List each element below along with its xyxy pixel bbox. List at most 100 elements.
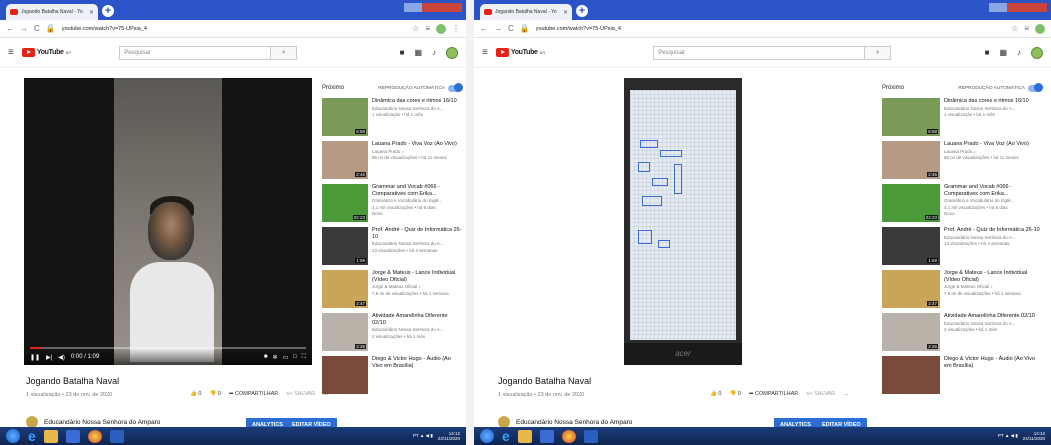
recommended-video[interactable]: 2:46 Lauana Prado - Viva Voz (Ao Vivo) Lau…: [322, 141, 462, 179]
account-avatar[interactable]: [446, 46, 458, 59]
video-thumbnail[interactable]: 1:59: [322, 227, 368, 265]
reading-list-icon[interactable]: ≡: [1024, 24, 1029, 33]
video-thumbnail[interactable]: 1:59: [882, 227, 940, 265]
video-title-link[interactable]: Lauana Prado - Viva Voz (Ao Vivo): [372, 141, 457, 148]
file-explorer-icon[interactable]: [517, 429, 532, 443]
window-close-button[interactable]: [1007, 3, 1047, 12]
reload-icon[interactable]: C: [508, 24, 514, 33]
create-video-icon[interactable]: ■: [985, 48, 990, 57]
video-title-link[interactable]: Prof. André - Quiz de Informática 26-10: [372, 227, 462, 240]
video-title-link[interactable]: Dinâmica das cores e ritmos 16/10: [372, 98, 457, 105]
notifications-bell-icon[interactable]: ♪: [432, 48, 436, 57]
hamburger-menu-icon[interactable]: ≡: [8, 47, 14, 58]
new-tab-button[interactable]: +: [576, 5, 588, 17]
profile-icon[interactable]: [436, 23, 446, 34]
recommended-video[interactable]: Diego & Victor Hugo - Áudio (Ao Vivo em …: [882, 356, 1042, 394]
video-player[interactable]: ❚❚ ▶| ◀) 0:00 / 1:09 ■ ✲ ▭ □ ⛶: [24, 78, 312, 365]
more-options-icon[interactable]: …: [843, 391, 849, 397]
recommended-video[interactable]: 02:23 Grammar and Vocab #066 - Comparativ…: [882, 184, 1042, 222]
save-button[interactable]: ≡+ SALVAR: [806, 391, 835, 397]
share-button[interactable]: ➦ COMPARTILHAR: [749, 391, 798, 397]
search-input[interactable]: Pesquisar: [654, 47, 864, 59]
window-close-button[interactable]: [422, 3, 462, 12]
recommended-video[interactable]: 2:47 Jorge & Mateus - Lance Individual (V…: [882, 270, 1042, 308]
recommended-video[interactable]: 6:58 Dinâmica das cores e ritmos 16/10 Edu…: [882, 98, 1042, 136]
miniplayer-icon[interactable]: ▭: [283, 354, 289, 361]
create-video-icon[interactable]: ■: [400, 48, 405, 57]
theater-icon[interactable]: □: [293, 354, 297, 361]
video-title-link[interactable]: Lauana Prado - Viva Voz (Ao Vivo): [944, 141, 1029, 148]
new-tab-button[interactable]: +: [102, 5, 114, 17]
pause-icon[interactable]: ❚❚: [30, 354, 40, 361]
reading-list-icon[interactable]: ≡: [425, 24, 430, 33]
channel-name[interactable]: Educandário Nossa Senhora do Amparo: [44, 419, 160, 426]
close-tab-icon[interactable]: ✕: [89, 9, 94, 16]
video-thumbnail[interactable]: [322, 356, 368, 394]
clock[interactable]: 14:12 24/11/2020: [438, 431, 460, 441]
back-icon[interactable]: ←: [480, 24, 488, 33]
video-title-link[interactable]: Jorge & Mateus - Lance Individual (Vídeo…: [944, 270, 1042, 283]
notifications-bell-icon[interactable]: ♪: [1017, 48, 1021, 57]
youtube-logo[interactable]: YouTube BR: [21, 48, 71, 57]
browser-tab[interactable]: Jogando Batalha Naval - Yo ✕: [480, 4, 572, 20]
video-title-link[interactable]: Grammar and Vocab #066 - Comparatives co…: [944, 184, 1042, 197]
recommended-video[interactable]: 2:26 Atividade Amarelinha Diferente 02/10…: [882, 313, 1042, 351]
channel-name[interactable]: Educandário Nossa Senhora do Amparo: [516, 419, 632, 426]
reload-icon[interactable]: C: [34, 24, 40, 33]
start-button[interactable]: [6, 429, 20, 443]
apps-grid-icon[interactable]: ▦: [999, 48, 1007, 57]
dislike-button[interactable]: 👎 0: [729, 391, 740, 397]
video-thumbnail[interactable]: 02:23: [322, 184, 368, 222]
browser-tab[interactable]: Jogando Batalha Naval - Yo ✕: [6, 4, 98, 20]
back-icon[interactable]: ←: [6, 24, 14, 33]
star-icon[interactable]: ☆: [1011, 24, 1018, 33]
account-avatar[interactable]: [1031, 46, 1043, 59]
video-title-link[interactable]: Diego & Victor Hugo - Áudio (Ao Vivo em …: [372, 356, 462, 369]
chrome-icon[interactable]: [561, 429, 576, 443]
clock[interactable]: 14:12 24/11/2020: [1023, 431, 1045, 441]
recommended-video[interactable]: 2:47 Jorge & Mateus - Lance Individual (V…: [322, 270, 462, 308]
search-icon[interactable]: ⌕: [270, 46, 297, 59]
search-input[interactable]: Pesquisar: [120, 47, 270, 59]
forward-icon[interactable]: →: [494, 24, 502, 33]
like-button[interactable]: 👍 0: [190, 391, 201, 397]
tray-icons[interactable]: PT ▲ ◀ ▮: [998, 433, 1018, 439]
video-title-link[interactable]: Atividade Amarelinha Diferente 02/10: [944, 313, 1035, 320]
file-explorer-icon[interactable]: [43, 429, 58, 443]
tray-icons[interactable]: PT ▲ ◀ ▮: [413, 433, 433, 439]
hamburger-menu-icon[interactable]: ≡: [482, 47, 488, 58]
video-thumbnail[interactable]: 2:26: [322, 313, 368, 351]
video-title-link[interactable]: Dinâmica das cores e ritmos 16/10: [944, 98, 1029, 105]
recommended-video[interactable]: Diego & Victor Hugo - Áudio (Ao Vivo em …: [322, 356, 462, 394]
video-title-link[interactable]: Atividade Amarelinha Diferente 02/10: [372, 313, 462, 326]
recommended-video[interactable]: 1:59 Prof. André - Quiz de Informática 26…: [882, 227, 1042, 265]
internet-explorer-icon[interactable]: e: [502, 429, 510, 443]
chrome-icon[interactable]: [87, 429, 102, 443]
share-button[interactable]: ➦ COMPARTILHAR: [229, 391, 278, 397]
video-title-link[interactable]: Jorge & Mateus - Lance Individual (Vídeo…: [372, 270, 462, 283]
autoplay-toggle-icon[interactable]: ■: [264, 354, 268, 361]
forward-icon[interactable]: →: [20, 24, 28, 33]
video-title-link[interactable]: Grammar and Vocab #066 - Comparatives co…: [372, 184, 462, 197]
media-player-icon[interactable]: [539, 429, 554, 443]
video-thumbnail[interactable]: 2:26: [882, 313, 940, 351]
settings-gear-icon[interactable]: ✲: [272, 354, 277, 361]
video-thumbnail[interactable]: 2:47: [322, 270, 368, 308]
recommended-video[interactable]: 6:58 Dinâmica das cores e ritmos 16/10 Edu…: [322, 98, 462, 136]
search-icon[interactable]: ⌕: [864, 46, 891, 59]
youtube-logo[interactable]: YouTube BR: [495, 48, 545, 57]
menu-dots-icon[interactable]: ⋮: [452, 24, 460, 33]
profile-icon[interactable]: [1035, 23, 1045, 34]
start-button[interactable]: [480, 429, 494, 443]
window-minimize-button[interactable]: [989, 3, 1007, 12]
video-thumbnail[interactable]: 02:23: [882, 184, 940, 222]
volume-icon[interactable]: ◀): [58, 354, 65, 361]
word-icon[interactable]: [109, 429, 124, 443]
recommended-video[interactable]: 1:59 Prof. André - Quiz de Informática 26…: [322, 227, 462, 265]
video-thumbnail[interactable]: 2:46: [322, 141, 368, 179]
autoplay-toggle[interactable]: [448, 83, 463, 92]
recommended-video[interactable]: 2:26 Atividade Amarelinha Diferente 02/10…: [322, 313, 462, 351]
media-player-icon[interactable]: [65, 429, 80, 443]
video-title-link[interactable]: Diego & Victor Hugo - Áudio (Ao Vivo em …: [944, 356, 1042, 369]
internet-explorer-icon[interactable]: e: [28, 429, 36, 443]
